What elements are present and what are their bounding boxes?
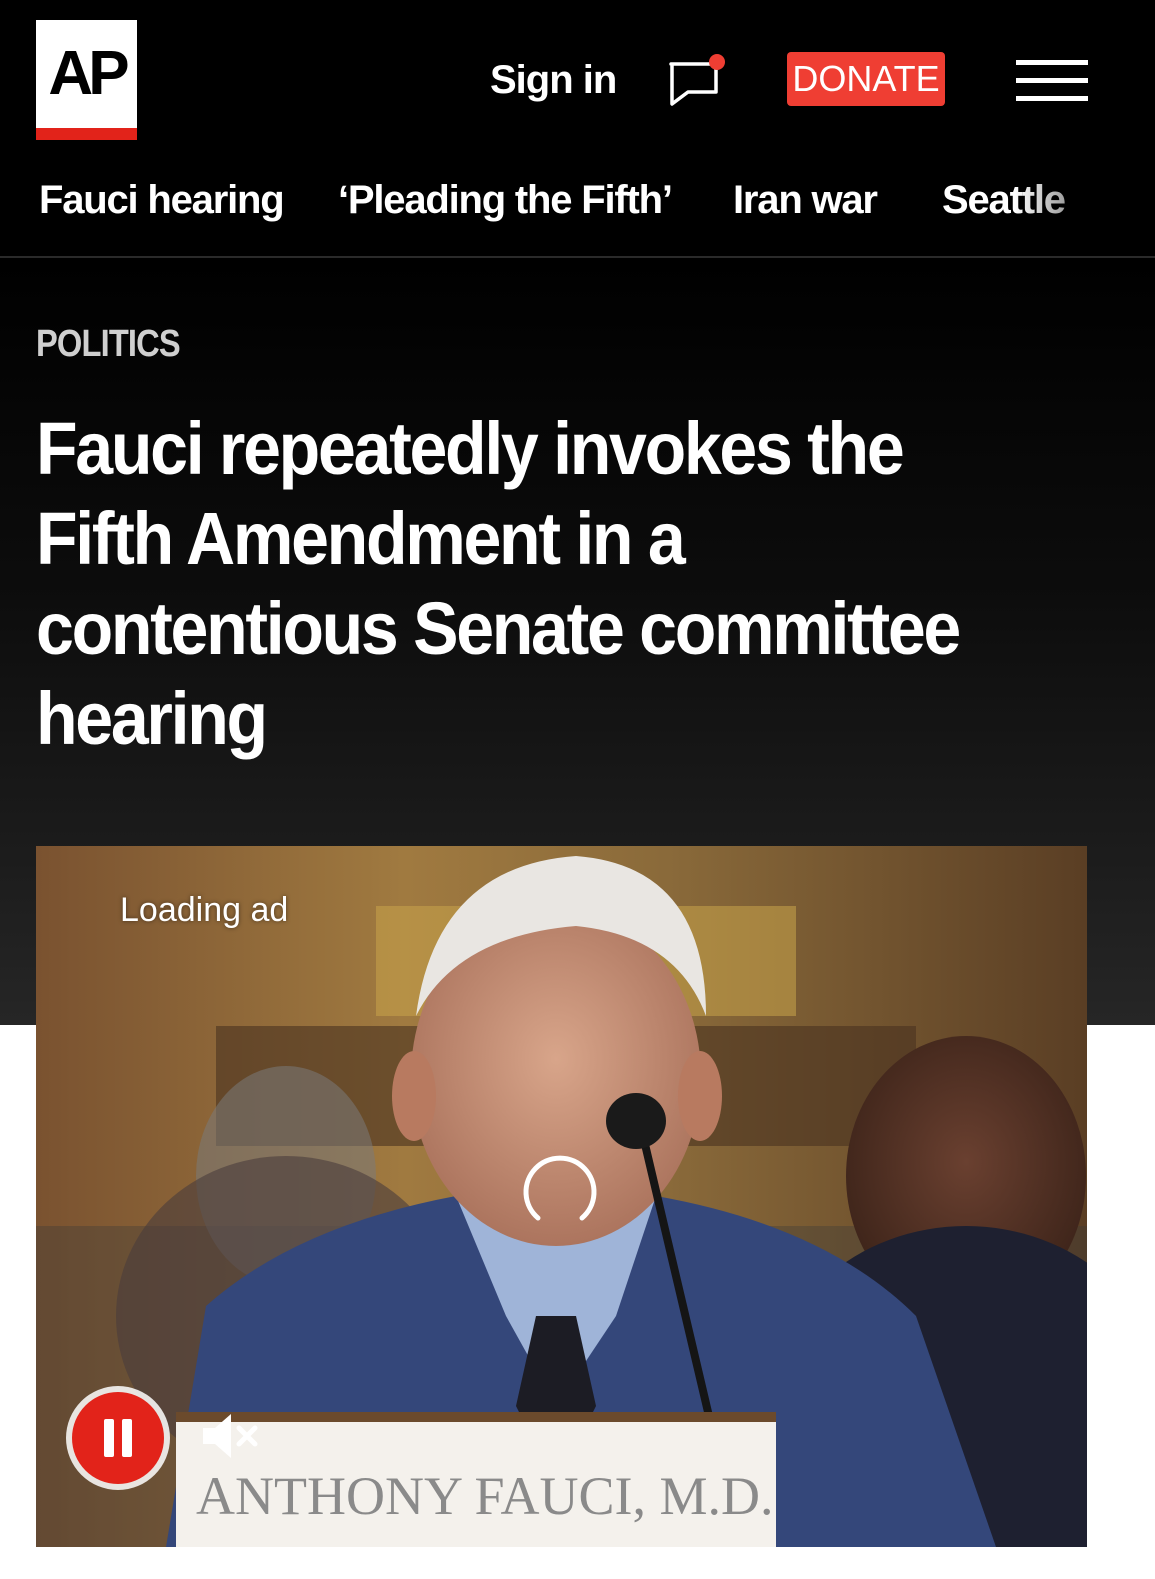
- nav-item-iran-war[interactable]: Iran war: [733, 172, 878, 228]
- sign-in-link[interactable]: Sign in: [490, 56, 617, 104]
- trending-nav: Fauci hearing ‘Pleading the Fifth’ Iran …: [0, 172, 1155, 232]
- loading-spinner-icon: [523, 1155, 597, 1221]
- loading-ad-label: Loading ad: [120, 891, 289, 929]
- pause-icon[interactable]: [72, 1392, 164, 1484]
- nav-item-pleading-the-fifth[interactable]: ‘Pleading the Fifth’: [338, 172, 673, 228]
- video-player[interactable]: ANTHONY FAUCI, M.D. Loading ad: [36, 846, 1087, 1547]
- hamburger-menu-icon[interactable]: [1016, 58, 1088, 104]
- nameplate-text: ANTHONY FAUCI, M.D.: [196, 1466, 774, 1526]
- logo-red-bar: [36, 128, 137, 140]
- logo-text: AP: [48, 39, 129, 108]
- article-headline: Fauci repeatedly invokes the Fifth Amend…: [36, 407, 961, 760]
- section-label[interactable]: POLITICS: [36, 322, 181, 366]
- muted-speaker-icon[interactable]: [199, 1410, 263, 1462]
- donate-button[interactable]: DONATE: [787, 52, 945, 106]
- nav-item-fauci-hearing[interactable]: Fauci hearing: [39, 172, 285, 228]
- nav-item-seattle[interactable]: Seattle: [942, 172, 1066, 228]
- ap-logo[interactable]: AP: [36, 20, 137, 140]
- top-bar: AP Sign in DONATE Fauci hearing ‘Pleadin…: [0, 0, 1155, 258]
- chat-notification-icon[interactable]: [666, 52, 728, 108]
